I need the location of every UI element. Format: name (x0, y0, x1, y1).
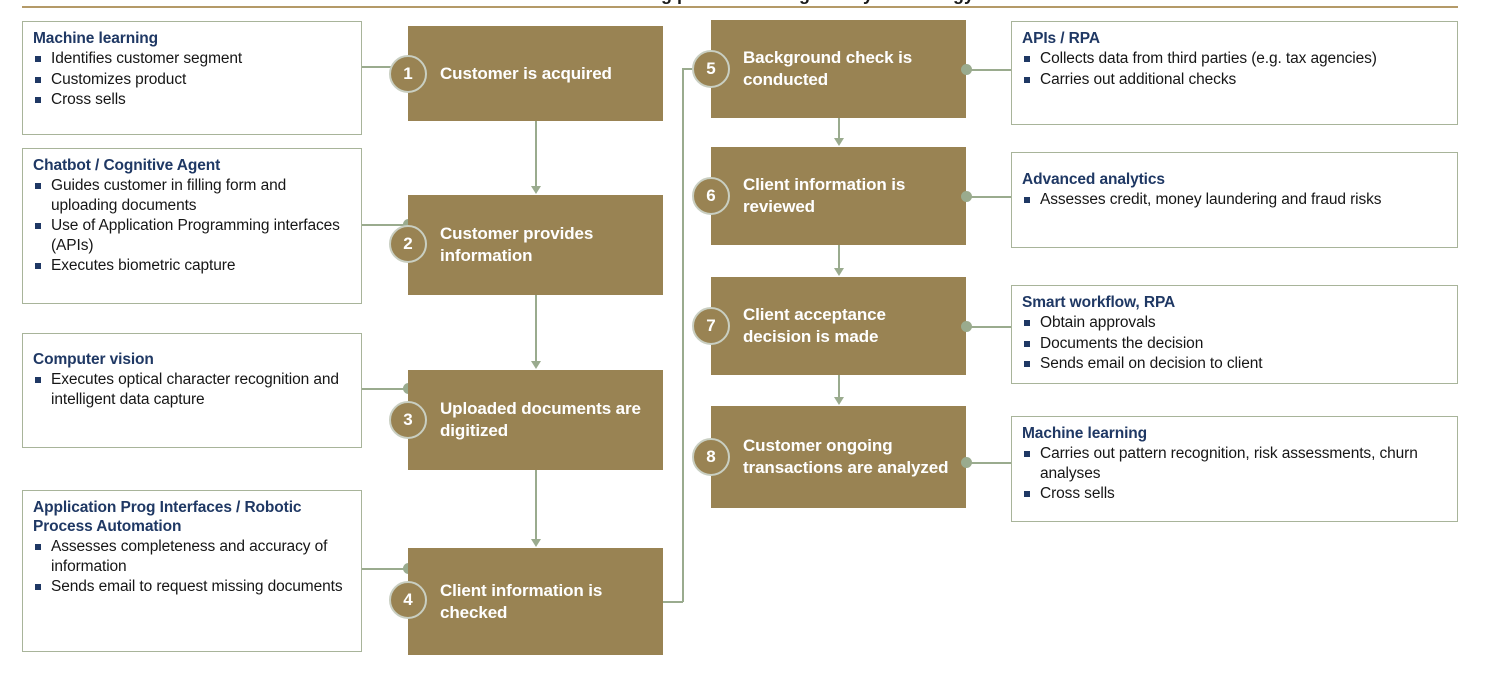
arrow-head-icon (834, 138, 844, 146)
list-item: Use of Application Programming interface… (33, 216, 351, 255)
list-item: Sends email on decision to client (1022, 354, 1447, 374)
list-item: Assesses completeness and accuracy of in… (33, 537, 351, 576)
process-box-label: Client information is reviewed (743, 175, 906, 216)
card-title: APIs / RPA (1022, 30, 1100, 47)
card-title: Application Prog Interfaces / Robotic Pr… (33, 499, 302, 535)
flow-arrow-7-8 (838, 375, 840, 398)
step-number-1: 1 (389, 55, 427, 93)
flow-arrow-4-5-segment-vertical (682, 68, 684, 602)
left-card-4: Application Prog Interfaces / Robotic Pr… (22, 490, 362, 652)
card-bullet-list: Guides customer in filling form and uplo… (33, 176, 351, 276)
connector-dot (961, 191, 972, 202)
arrow-head-icon (531, 539, 541, 547)
connector-step6-card2 (966, 196, 1011, 198)
process-box-label: Customer provides information (440, 224, 594, 265)
list-item: Sends email to request missing documents (33, 577, 351, 597)
page-title: Client onboarding process reimagined by … (0, 0, 1492, 4)
list-item: Carries out additional checks (1022, 70, 1447, 90)
arrow-head-icon (531, 186, 541, 194)
list-item: Assesses credit, money laundering and fr… (1022, 190, 1447, 210)
flow-arrow-6-7 (838, 245, 840, 269)
flow-arrow-1-2 (535, 121, 537, 187)
step-number-5: 5 (692, 50, 730, 88)
left-card-1: Machine learning Identifies customer seg… (22, 21, 362, 135)
arrow-head-icon (531, 361, 541, 369)
step-number-8: 8 (692, 438, 730, 476)
process-box-6[interactable]: Client information is reviewed (711, 147, 966, 245)
right-card-2: Advanced analytics Assesses credit, mone… (1011, 152, 1458, 248)
card-bullet-list: Assesses credit, money laundering and fr… (1022, 190, 1447, 210)
card-bullet-list: Assesses completeness and accuracy of in… (33, 537, 351, 597)
card-title: Machine learning (1022, 425, 1148, 442)
right-card-1: APIs / RPA Collects data from third part… (1011, 21, 1458, 125)
process-box-2[interactable]: Customer provides information (408, 195, 663, 295)
process-box-label: Background check is conducted (743, 48, 913, 89)
connector-dot (961, 64, 972, 75)
list-item: Obtain approvals (1022, 313, 1447, 333)
step-number-2: 2 (389, 225, 427, 263)
process-box-label: Client information is checked (440, 580, 603, 622)
connector-dot (961, 321, 972, 332)
list-item: Executes optical character recognition a… (33, 370, 351, 409)
connector-step5-card1 (966, 69, 1011, 71)
process-box-3[interactable]: Uploaded documents are digitized (408, 370, 663, 470)
connector-dot (961, 457, 972, 468)
process-box-label: Customer ongoing transactions are analyz… (743, 436, 949, 477)
card-bullet-list: Identifies customer segment Customizes p… (33, 49, 351, 110)
list-item: Identifies customer segment (33, 49, 351, 69)
flow-arrow-3-4 (535, 470, 537, 540)
connector-step7-card3 (966, 326, 1011, 328)
connector-step8-card4 (966, 462, 1011, 464)
card-title: Machine learning (33, 30, 159, 47)
list-item: Carries out pattern recognition, risk as… (1022, 444, 1447, 483)
list-item: Executes biometric capture (33, 256, 351, 276)
flow-arrow-4-5-segment-bottom (663, 601, 683, 603)
list-item: Cross sells (1022, 484, 1447, 504)
left-card-2: Chatbot / Cognitive Agent Guides custome… (22, 148, 362, 304)
list-item: Customizes product (33, 70, 351, 90)
card-title: Smart workflow, RPA (1022, 294, 1176, 311)
list-item: Documents the decision (1022, 334, 1447, 354)
process-box-5[interactable]: Background check is conducted (711, 20, 966, 118)
left-card-3: Computer vision Executes optical charact… (22, 333, 362, 448)
process-box-label: Uploaded documents are digitized (440, 399, 641, 440)
list-item: Cross sells (33, 90, 351, 110)
process-box-1[interactable]: Customer is acquired (408, 26, 663, 121)
right-card-3: Smart workflow, RPA Obtain approvals Doc… (1011, 285, 1458, 384)
list-item: Collects data from third parties (e.g. t… (1022, 49, 1447, 69)
arrow-head-icon (834, 268, 844, 276)
arrow-head-icon (834, 397, 844, 405)
process-box-label: Customer is acquired (440, 63, 612, 83)
step-number-4: 4 (389, 581, 427, 619)
list-item: Guides customer in filling form and uplo… (33, 176, 351, 215)
card-bullet-list: Obtain approvals Documents the decision … (1022, 313, 1447, 374)
process-box-label: Client acceptance decision is made (743, 305, 886, 346)
process-box-4[interactable]: Client information is checked (408, 548, 663, 655)
card-bullet-list: Executes optical character recognition a… (33, 370, 351, 409)
card-bullet-list: Carries out pattern recognition, risk as… (1022, 444, 1447, 504)
process-box-7[interactable]: Client acceptance decision is made (711, 277, 966, 375)
card-title: Computer vision (33, 351, 154, 368)
right-card-4: Machine learning Carries out pattern rec… (1011, 416, 1458, 522)
header-divider (22, 6, 1458, 8)
process-box-8[interactable]: Customer ongoing transactions are analyz… (711, 406, 966, 508)
card-title: Advanced analytics (1022, 171, 1165, 188)
step-number-7: 7 (692, 307, 730, 345)
flow-arrow-2-3 (535, 295, 537, 362)
card-bullet-list: Collects data from third parties (e.g. t… (1022, 49, 1447, 89)
card-title: Chatbot / Cognitive Agent (33, 157, 221, 174)
step-number-3: 3 (389, 401, 427, 439)
diagram-canvas: Client onboarding process reimagined by … (0, 0, 1492, 682)
flow-arrow-5-6 (838, 118, 840, 139)
step-number-6: 6 (692, 177, 730, 215)
